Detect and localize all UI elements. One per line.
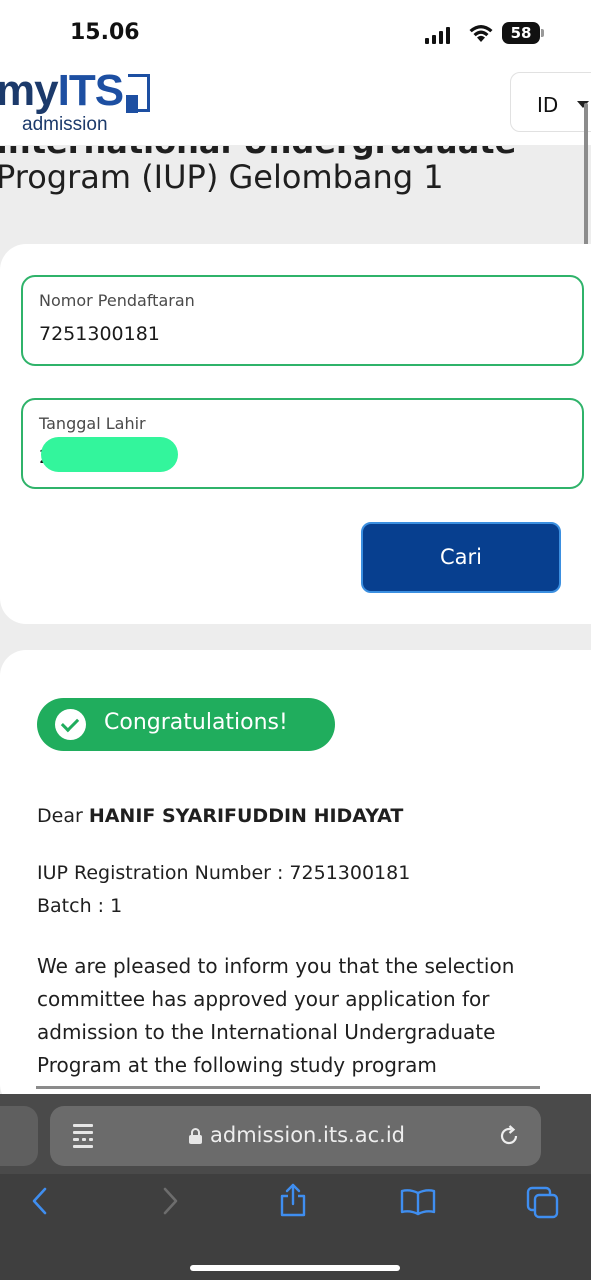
back-icon[interactable]: [28, 1186, 52, 1216]
reader-icon[interactable]: [73, 1124, 93, 1148]
result-card: Congratulations! Dear HANIF SYARIFUDDIN …: [0, 650, 591, 1110]
result-message: We are pleased to inform you that the se…: [37, 954, 515, 1077]
url-text[interactable]: admission.its.ac.id: [210, 1123, 405, 1147]
registration-number-line: IUP Registration Number : 7251300181: [37, 862, 411, 884]
page-title: Program (IUP) Gelombang 1: [0, 158, 444, 196]
browser-url-area: admission.its.ac.id: [0, 1094, 591, 1174]
search-button[interactable]: Cari: [361, 522, 561, 593]
badge-text: Congratulations!: [104, 710, 288, 735]
share-icon[interactable]: [278, 1182, 308, 1218]
reload-icon[interactable]: [497, 1124, 521, 1148]
registration-number-value: 7251300181: [39, 323, 160, 345]
redaction-mark: [41, 437, 178, 472]
registration-number-field[interactable]: Nomor Pendaftaran 7251300181: [21, 275, 584, 366]
address-bar[interactable]: admission.its.ac.id: [50, 1106, 541, 1166]
applicant-name: HANIF SYARIFUDDIN HIDAYAT: [88, 805, 404, 827]
signal-icon: [425, 26, 450, 44]
birthdate-label: Tanggal Lahir: [39, 414, 146, 433]
status-time: 15.06: [70, 20, 140, 45]
check-icon: [55, 709, 86, 740]
logo-subtitle: admission: [22, 114, 108, 135]
wifi-icon: [469, 25, 493, 42]
logo-prefix: my: [0, 66, 59, 115]
battery-icon: 58: [502, 22, 544, 44]
home-indicator: [190, 1265, 400, 1271]
previous-tab-preview[interactable]: [0, 1106, 38, 1166]
language-select[interactable]: ID: [510, 72, 591, 132]
registration-number-label: Nomor Pendaftaran: [39, 291, 195, 310]
birthdate-field[interactable]: Tanggal Lahir 2: [21, 398, 584, 489]
site-header: myITS admission ID: [0, 66, 591, 145]
logo-door-icon: [126, 74, 150, 113]
batch-line: Batch : 1: [37, 895, 123, 917]
logo-brand: ITS: [57, 66, 124, 115]
greeting-word: Dear: [37, 805, 83, 827]
status-bar: 15.06 58: [0, 0, 591, 70]
forward-icon[interactable]: [158, 1186, 182, 1216]
tabs-icon[interactable]: [526, 1186, 560, 1220]
greeting-line: Dear HANIF SYARIFUDDIN HIDAYAT: [37, 805, 403, 827]
scroll-divider: [36, 1086, 540, 1089]
language-value: ID: [537, 93, 559, 117]
lock-icon: [189, 1128, 202, 1144]
myits-logo[interactable]: myITS admission: [0, 66, 156, 140]
bookmarks-icon[interactable]: [400, 1188, 436, 1216]
congratulations-badge: Congratulations!: [37, 698, 335, 751]
search-form-card: Nomor Pendaftaran 7251300181 Tanggal Lah…: [0, 244, 591, 624]
browser-toolbar: [0, 1174, 591, 1280]
